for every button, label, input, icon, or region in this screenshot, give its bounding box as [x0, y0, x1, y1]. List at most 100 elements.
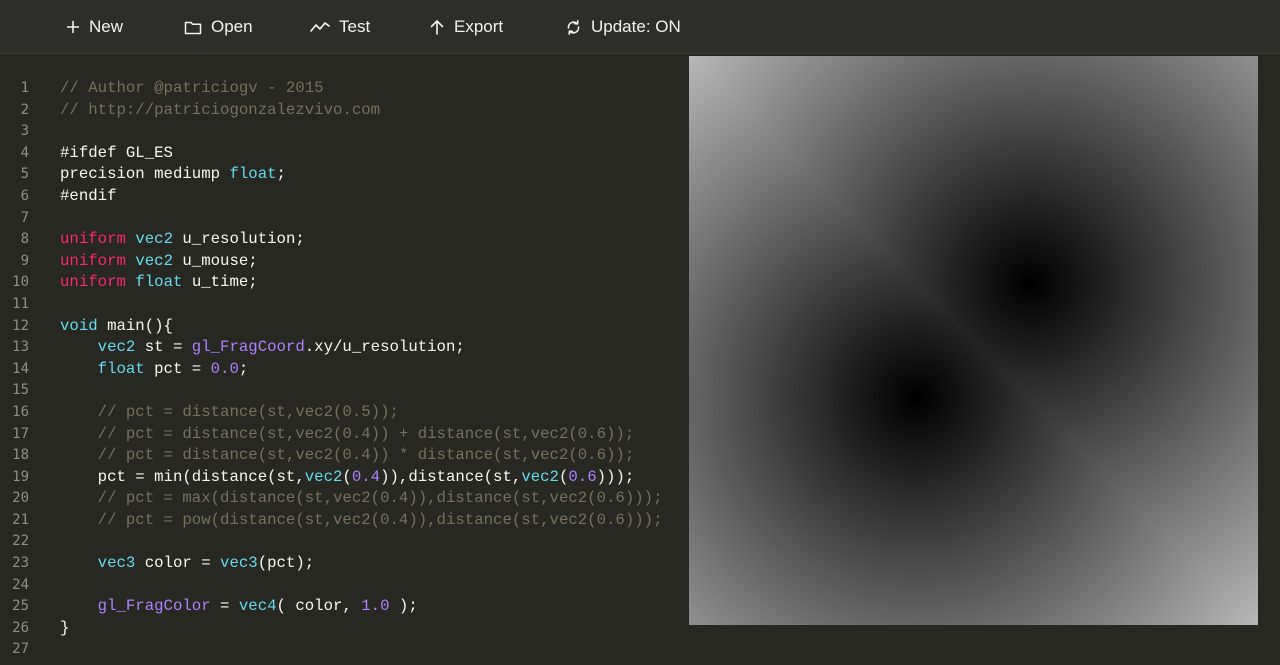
new-label: New	[89, 17, 124, 36]
code-line[interactable]	[60, 531, 689, 553]
shader-preview-canvas[interactable]	[689, 56, 1258, 625]
code-editor[interactable]: 1 2 3 4 5 6 7 8 9 10 11 12 13 14 15 16 17 18 19 20 21 22 23 24 2…	[0, 54, 689, 665]
code-token: gl_FragColor	[97, 597, 211, 616]
code-token: void	[60, 316, 98, 335]
code-line[interactable]	[60, 575, 689, 597]
line-number-gutter: 1 2 3 4 5 6 7 8 9 10 11 12 13 14 15 16 17 18 19 20 21 22 23 24 2…	[0, 78, 38, 661]
line-number: 24	[12, 576, 29, 593]
code-line[interactable]	[60, 639, 689, 661]
line-number: 7	[20, 209, 29, 226]
code-token: uniform	[60, 230, 126, 249]
code-line[interactable]: // http://patriciogonzalezvivo.com	[60, 100, 689, 122]
code-token: vec2	[521, 467, 559, 486]
code-token: vec2	[304, 467, 343, 486]
code-line[interactable]: void main(){	[60, 316, 689, 338]
code-line[interactable]: // pct = distance(st,vec2(0.5));	[60, 402, 689, 424]
code-line[interactable]: gl_FragColor = vec4( color, 1.0 );	[60, 596, 689, 618]
code-token: vec2	[135, 251, 173, 270]
test-label: Test	[339, 17, 371, 36]
code-token: main(){	[97, 316, 173, 335]
code-token: pct =	[144, 359, 211, 378]
code-token: )));	[596, 467, 635, 486]
code-line[interactable]	[60, 121, 689, 143]
line-number: 19	[12, 468, 29, 485]
code-line[interactable]: uniform float u_time;	[60, 272, 689, 294]
code-token: 1.0	[361, 597, 390, 616]
line-number: 16	[12, 403, 29, 420]
export-label: Export	[454, 17, 504, 36]
code-line[interactable]	[60, 208, 689, 230]
refresh-icon	[567, 19, 580, 35]
line-number: 1	[20, 80, 29, 96]
code-token: // pct = distance(st,vec2(0.4)) + distan…	[60, 424, 635, 443]
code-line[interactable]: // pct = pow(distance(st,vec2(0.4)),dist…	[60, 510, 689, 532]
code-token: u_time;	[182, 273, 258, 292]
line-number: 4	[20, 144, 29, 161]
line-number: 3	[20, 123, 29, 140]
code-token: (	[558, 467, 569, 486]
code-token: (pct);	[257, 554, 315, 573]
code-token: (	[342, 467, 352, 486]
code-token: ;	[238, 359, 249, 378]
line-number: 18	[12, 447, 29, 464]
line-number: 11	[12, 295, 29, 312]
line-number: 2	[20, 101, 29, 118]
code-line[interactable]: vec2 st = gl_FragCoord.xy/u_resolution;	[60, 337, 689, 359]
code-token: // pct = distance(st,vec2(0.4)) * distan…	[60, 446, 635, 465]
line-number: 22	[12, 533, 29, 550]
code-line[interactable]: // pct = max(distance(st,vec2(0.4)),dist…	[60, 488, 689, 510]
line-number: 17	[12, 425, 29, 442]
code-token: uniform	[60, 251, 126, 270]
open-label: Open	[211, 17, 253, 36]
code-token: }	[60, 618, 70, 637]
code-line[interactable]	[60, 294, 689, 316]
test-button[interactable]: Test	[310, 14, 370, 40]
code-token: float	[97, 359, 145, 378]
code-token: u_mouse;	[172, 251, 258, 270]
line-number: 23	[12, 555, 29, 572]
code-token: ;	[276, 165, 286, 184]
line-number: 13	[12, 339, 29, 356]
line-number: 10	[12, 274, 29, 291]
line-number: 20	[12, 490, 29, 507]
line-number: 8	[20, 231, 29, 248]
code-line[interactable]: pct = min(distance(st,vec2(0.4)),distanc…	[60, 467, 689, 489]
code-line[interactable]: #endif	[60, 186, 689, 208]
code-line[interactable]: float pct = 0.0;	[60, 359, 689, 381]
code-line[interactable]: // pct = distance(st,vec2(0.4)) + distan…	[60, 424, 689, 446]
open-button[interactable]: Open	[184, 14, 253, 40]
code-token: 0.0	[210, 359, 239, 378]
line-chart-icon	[310, 22, 330, 32]
code-token: pct = min(distance(st,	[60, 467, 305, 486]
code-line[interactable]: uniform vec2 u_resolution;	[60, 229, 689, 251]
line-number: 27	[12, 641, 29, 658]
code-line[interactable]: // pct = distance(st,vec2(0.4)) * distan…	[60, 445, 689, 467]
folder-icon	[184, 21, 202, 34]
code-token: float	[135, 273, 183, 292]
new-button[interactable]: New	[66, 14, 123, 40]
code-token: );	[389, 597, 418, 616]
code-line[interactable]: // Author @patriciogv - 2015	[60, 78, 689, 100]
code-token: )),distance(st,	[380, 467, 522, 486]
code-token: 0.6	[568, 467, 597, 486]
code-line[interactable]: }	[60, 618, 689, 640]
code-line[interactable]: uniform vec2 u_mouse;	[60, 251, 689, 273]
code-area[interactable]: // Author @patriciogv - 2015 // http://pa…	[60, 78, 689, 661]
line-number: 6	[20, 187, 29, 204]
shader-output	[689, 56, 1258, 625]
code-token: st =	[135, 338, 192, 357]
code-line[interactable]: #ifdef GL_ES	[60, 143, 689, 165]
code-line[interactable]	[60, 380, 689, 402]
export-button[interactable]: Export	[429, 14, 503, 40]
update-toggle[interactable]: Update: ON	[565, 14, 681, 40]
code-token: vec3	[220, 554, 258, 573]
code-token: color =	[135, 554, 221, 573]
code-line[interactable]: vec3 color = vec3(pct);	[60, 553, 689, 575]
code-token: ( color,	[276, 597, 362, 616]
code-line[interactable]: precision mediump float;	[60, 164, 689, 186]
